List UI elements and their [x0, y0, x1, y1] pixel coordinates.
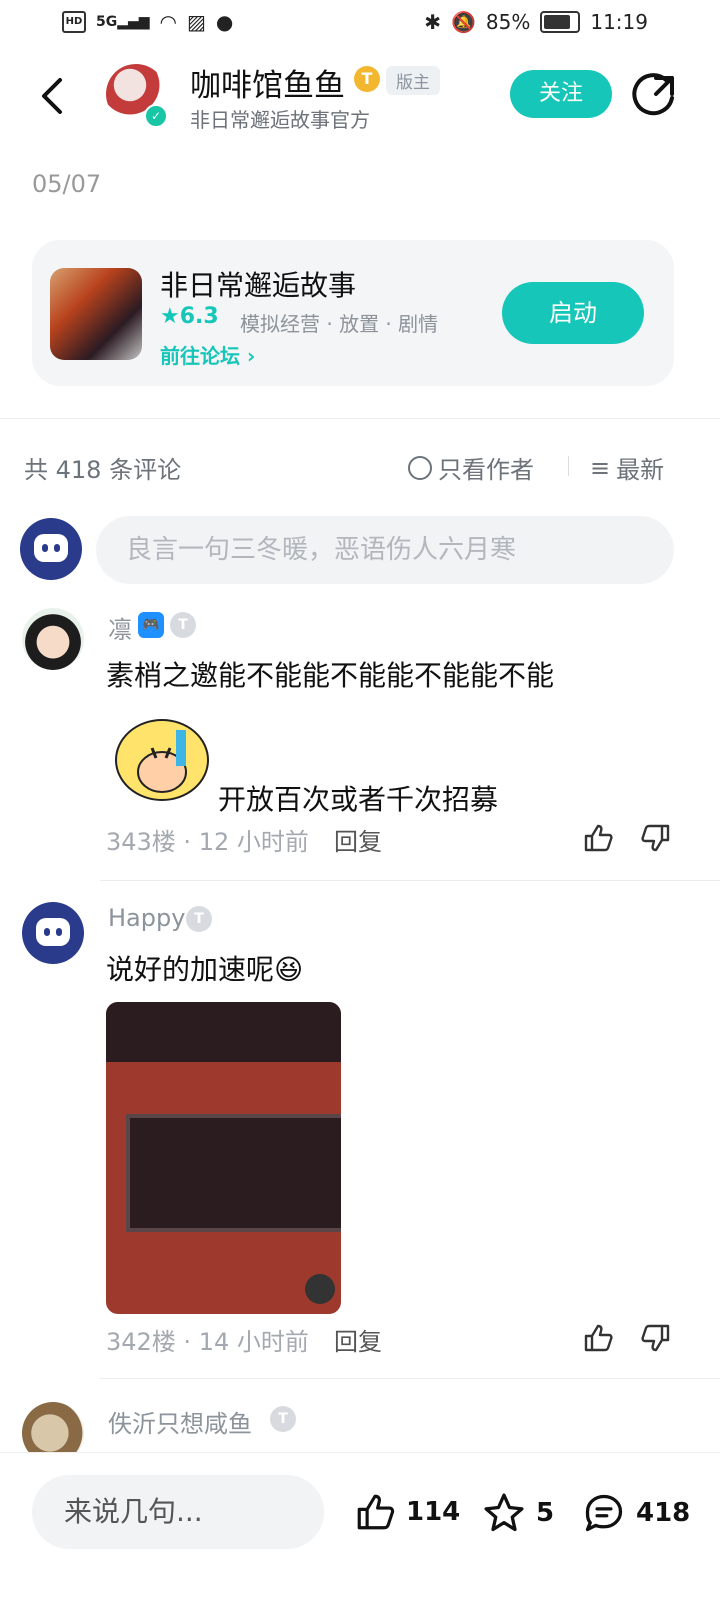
- level-badge: T: [270, 1406, 296, 1432]
- like-button[interactable]: 114: [354, 1491, 460, 1533]
- sticker-image: [115, 719, 209, 801]
- comment-divider: [100, 1378, 720, 1379]
- post-header: ✓ 咖啡馆鱼鱼 T 版主 非日常邂逅故事官方 关注: [0, 48, 720, 144]
- comment-meta: 342楼 · 14 小时前: [106, 1328, 309, 1356]
- comment-bubble-icon: [585, 1494, 623, 1532]
- comment-meta: 343楼 · 12 小时前: [106, 828, 309, 856]
- image-icon: ▨: [187, 10, 206, 34]
- level-badge: T: [170, 612, 196, 638]
- avatar-face: [34, 534, 68, 562]
- rating-value: 6.3: [179, 304, 219, 329]
- avatar-face: [36, 918, 70, 946]
- bluetooth-icon: ✱: [424, 10, 441, 34]
- moderator-badge: 版主: [386, 66, 440, 95]
- verified-icon: ✓: [144, 104, 168, 128]
- comment-count: 共 418 条评论: [24, 456, 182, 484]
- my-avatar[interactable]: [20, 518, 82, 580]
- chevron-right-icon: ›: [246, 344, 256, 368]
- commenter-avatar[interactable]: [22, 608, 84, 670]
- status-right: ✱ 🔕 85% 11:19: [424, 10, 648, 34]
- gamepad-badge-icon: 🎮: [138, 612, 164, 638]
- laugh-emoji-icon: 😆: [274, 953, 304, 986]
- signal-icon: 5G▂▄▆: [96, 14, 150, 30]
- hd-icon: HD: [62, 11, 86, 33]
- avatar-eye: [42, 544, 48, 552]
- thumbs-up-icon[interactable]: [582, 822, 614, 854]
- author-name[interactable]: 咖啡馆鱼鱼: [190, 60, 345, 105]
- sort-button[interactable]: ≡ 最新: [590, 450, 664, 485]
- game-title[interactable]: 非日常邂逅故事: [160, 264, 356, 304]
- author-subtitle: 非日常邂逅故事官方: [190, 108, 370, 132]
- battery-icon: [540, 11, 581, 33]
- author-only-filter[interactable]: 只看作者: [408, 450, 534, 485]
- level-badge: T: [186, 906, 212, 932]
- post-date: 05/07: [32, 170, 102, 198]
- follow-button[interactable]: 关注: [510, 70, 612, 118]
- thumbs-up-icon: [357, 1494, 395, 1530]
- comment-text: 素梢之邀能不能能不能能不能能不能: [106, 659, 555, 692]
- image-wall: [106, 1002, 341, 1062]
- back-icon[interactable]: [34, 74, 74, 118]
- favorite-count: 5: [536, 1498, 555, 1528]
- bottom-action-bar: 来说几句... 114 5 418: [0, 1452, 720, 1601]
- clock: 11:19: [590, 10, 648, 34]
- status-bar: HD 5G▂▄▆ ◠ ▨ ● ✱ 🔕 85% 11:19: [0, 0, 720, 48]
- favorite-button[interactable]: 5: [482, 1491, 554, 1535]
- thumbs-down-icon[interactable]: [640, 1322, 672, 1354]
- reply-button[interactable]: 回复: [334, 1322, 382, 1357]
- comment-button[interactable]: 418: [582, 1491, 690, 1535]
- image-overlay-icon: [305, 1274, 335, 1304]
- game-genres: 模拟经营 · 放置 · 剧情: [240, 312, 439, 336]
- forum-link[interactable]: 前往论坛 ›: [160, 340, 255, 369]
- reply-button[interactable]: 回复: [334, 822, 382, 857]
- wifi-icon: ◠: [159, 10, 177, 34]
- thumbs-up-icon[interactable]: [582, 1322, 614, 1354]
- launch-button[interactable]: 启动: [502, 282, 644, 344]
- image-floor: [126, 1114, 341, 1232]
- sticker-caption: 开放百次或者千次招募: [218, 783, 499, 816]
- battery-percent: 85%: [485, 10, 531, 34]
- comment-count-total: 418: [636, 1498, 691, 1528]
- thumbs-down-icon[interactable]: [640, 822, 672, 854]
- share-icon[interactable]: [632, 72, 678, 118]
- status-left-icons: HD 5G▂▄▆ ◠ ▨ ●: [62, 10, 233, 34]
- wechat-icon: ●: [215, 10, 234, 34]
- comment-input[interactable]: 良言一句三冬暖，恶语伤人六月寒: [96, 516, 674, 584]
- commenter-avatar[interactable]: [22, 902, 84, 964]
- mute-icon: 🔕: [451, 10, 476, 34]
- avatar-eye: [56, 928, 62, 936]
- comment-image[interactable]: [106, 1002, 341, 1314]
- author-only-label: 只看作者: [438, 456, 534, 484]
- say-something-input[interactable]: 来说几句...: [32, 1475, 324, 1549]
- sort-label: 最新: [616, 456, 665, 484]
- filter-separator: [568, 456, 569, 476]
- radio-icon: [408, 455, 432, 480]
- star-icon: [484, 1493, 524, 1532]
- commenter-name[interactable]: Happy: [108, 904, 185, 932]
- forum-link-label: 前往论坛: [160, 344, 240, 368]
- section-divider: [0, 418, 720, 419]
- game-card[interactable]: 非日常邂逅故事 ★6.3 模拟经营 · 放置 · 剧情 前往论坛 › 启动: [32, 240, 674, 386]
- like-count: 114: [406, 1497, 461, 1527]
- game-rating: ★6.3: [160, 304, 219, 329]
- star-icon: ★: [160, 304, 180, 329]
- comment-text: 说好的加速呢😆: [106, 948, 303, 988]
- comment-divider: [100, 880, 720, 881]
- commenter-name[interactable]: 凛: [108, 610, 132, 645]
- avatar-eye: [44, 928, 50, 936]
- level-badge: T: [354, 66, 380, 92]
- comment-text-body: 说好的加速呢: [106, 953, 275, 986]
- avatar-eye: [54, 544, 60, 552]
- game-icon[interactable]: [50, 268, 142, 360]
- commenter-name[interactable]: 佚沂只想咸鱼: [108, 1404, 252, 1439]
- sort-icon: ≡: [590, 453, 611, 482]
